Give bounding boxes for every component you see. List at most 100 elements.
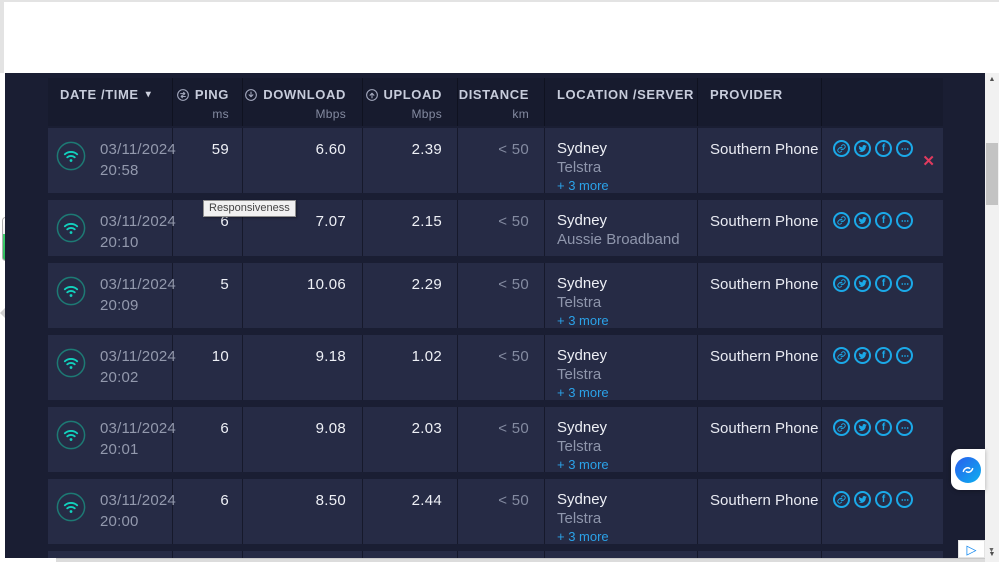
copy-link-button[interactable] — [833, 140, 850, 157]
facebook-share-button[interactable]: f — [875, 419, 892, 436]
more-share-options-button[interactable] — [896, 419, 913, 436]
date-cell: 03/11/202420:00 — [48, 479, 173, 544]
download-icon — [244, 88, 258, 102]
delete-result-button[interactable]: ✕ — [922, 154, 935, 169]
result-row: 03/11/202420:00 6 8.50 2.44 < 50 Sydney … — [48, 479, 943, 544]
column-header-upload[interactable]: UPLOAD Mbps — [363, 78, 458, 126]
location-cell: Sydney Aussie Broadband — [545, 200, 698, 256]
column-header-download[interactable]: DOWNLOAD Mbps — [243, 78, 363, 126]
vertical-scrollbar[interactable]: ▲ ▼ — [985, 73, 999, 562]
scrollbar-thumb[interactable] — [986, 143, 998, 205]
download-value: 9.18 — [243, 335, 363, 400]
location-cell: Sydney Telstra + 3 more — [545, 263, 698, 328]
provider-cell: Southern Phone — [698, 551, 822, 558]
speedtest-results-panel: DATE /TIME▾ PING ms — [5, 73, 985, 558]
distance-value: < 50 — [458, 479, 545, 544]
more-servers-link[interactable]: + 3 more — [557, 456, 697, 473]
bing-chat-icon — [955, 457, 981, 483]
results-table: DATE /TIME▾ PING ms — [48, 78, 943, 558]
provider-cell: Southern Phone — [698, 407, 822, 472]
facebook-share-button[interactable]: f — [875, 212, 892, 229]
horizontal-scrollbar[interactable] — [56, 558, 985, 562]
wifi-connection-icon — [56, 276, 86, 306]
upload-value: 2.44 — [363, 479, 458, 544]
more-servers-link[interactable]: + 3 more — [557, 384, 697, 401]
adchoices-icon[interactable]: ▷ — [958, 540, 985, 558]
more-share-options-button[interactable] — [896, 491, 913, 508]
facebook-share-button[interactable]: f — [875, 347, 892, 364]
more-share-options-button[interactable] — [896, 275, 913, 292]
scrollbar-up-arrow[interactable]: ▲ — [985, 73, 999, 87]
twitter-share-button[interactable] — [854, 419, 871, 436]
browser-viewport: DATE /TIME▾ PING ms — [0, 0, 999, 562]
copy-link-button[interactable] — [833, 212, 850, 229]
provider-cell: Southern Phone — [698, 200, 822, 256]
wifi-connection-icon — [56, 141, 86, 171]
share-cell: f — [822, 200, 943, 256]
ping-value: 6 — [173, 479, 243, 544]
column-header-provider[interactable]: PROVIDER — [698, 78, 822, 126]
distance-value: < 50 — [458, 407, 545, 472]
twitter-share-button[interactable] — [854, 347, 871, 364]
more-servers-link[interactable]: + 3 more — [557, 177, 697, 194]
twitter-share-button[interactable] — [854, 491, 871, 508]
facebook-share-button[interactable]: f — [875, 140, 892, 157]
download-value: 9.08 — [243, 407, 363, 472]
column-header-datetime[interactable]: DATE /TIME▾ — [48, 78, 173, 126]
wifi-connection-icon — [56, 420, 86, 450]
column-header-share — [822, 78, 943, 126]
date-cell: 03/11/202420:02 — [48, 335, 173, 400]
location-cell: Sydney Telstra + 3 more — [545, 479, 698, 544]
copy-link-button[interactable] — [833, 419, 850, 436]
tooltip-responsiveness: Responsiveness — [203, 200, 296, 217]
more-share-options-button[interactable] — [896, 212, 913, 229]
wifi-connection-icon — [56, 213, 86, 243]
result-row: 03/11/202420:58 59 6.60 2.39 < 50 Sydney… — [48, 128, 943, 193]
copy-link-button[interactable] — [833, 275, 850, 292]
distance-value — [458, 551, 545, 558]
share-cell: f — [822, 263, 943, 328]
more-servers-link[interactable]: + 3 more — [557, 528, 697, 545]
more-share-options-button[interactable] — [896, 347, 913, 364]
page-top-border — [0, 0, 999, 2]
date-cell: 03/11/202420:58 — [48, 128, 173, 193]
share-cell: f ✕ — [822, 128, 943, 193]
provider-cell: Southern Phone — [698, 128, 822, 193]
upload-value — [363, 551, 458, 558]
ad-options-caret[interactable]: ▼ — [988, 547, 995, 554]
facebook-share-button[interactable]: f — [875, 275, 892, 292]
table-header: DATE /TIME▾ PING ms — [48, 78, 943, 126]
download-value — [243, 551, 363, 558]
share-cell: f — [822, 551, 943, 558]
wifi-connection-icon — [56, 492, 86, 522]
result-row: 03/11/202420:02 10 9.18 1.02 < 50 Sydney… — [48, 335, 943, 400]
share-cell: f — [822, 335, 943, 400]
provider-cell: Southern Phone — [698, 335, 822, 400]
ping-value — [173, 551, 243, 558]
ping-value: 6 — [173, 407, 243, 472]
column-header-ping[interactable]: PING ms — [173, 78, 243, 126]
copy-link-button[interactable] — [833, 491, 850, 508]
ping-value: 10 — [173, 335, 243, 400]
location-cell: Sydney Telstra + 3 more — [545, 128, 698, 193]
facebook-share-button[interactable]: f — [875, 491, 892, 508]
more-share-options-button[interactable] — [896, 140, 913, 157]
more-servers-link[interactable]: + 3 more — [557, 312, 697, 329]
download-value: 8.50 — [243, 479, 363, 544]
upload-value: 2.15 — [363, 200, 458, 256]
date-cell: 03/11/202420:01 — [48, 407, 173, 472]
distance-value: < 50 — [458, 263, 545, 328]
column-header-location-server[interactable]: LOCATION /SERVER — [545, 78, 698, 126]
upload-value: 1.02 — [363, 335, 458, 400]
twitter-share-button[interactable] — [854, 275, 871, 292]
column-header-distance[interactable]: DISTANCE km — [458, 78, 545, 126]
download-value: 10.06 — [243, 263, 363, 328]
location-cell — [545, 551, 698, 558]
location-cell: Sydney Telstra + 3 more — [545, 335, 698, 400]
twitter-share-button[interactable] — [854, 212, 871, 229]
edge-sidebar-button[interactable] — [951, 449, 985, 490]
ping-value: 5 — [173, 263, 243, 328]
twitter-share-button[interactable] — [854, 140, 871, 157]
result-row-partial: 03/11/2024 Southern Phone f — [48, 551, 943, 558]
copy-link-button[interactable] — [833, 347, 850, 364]
